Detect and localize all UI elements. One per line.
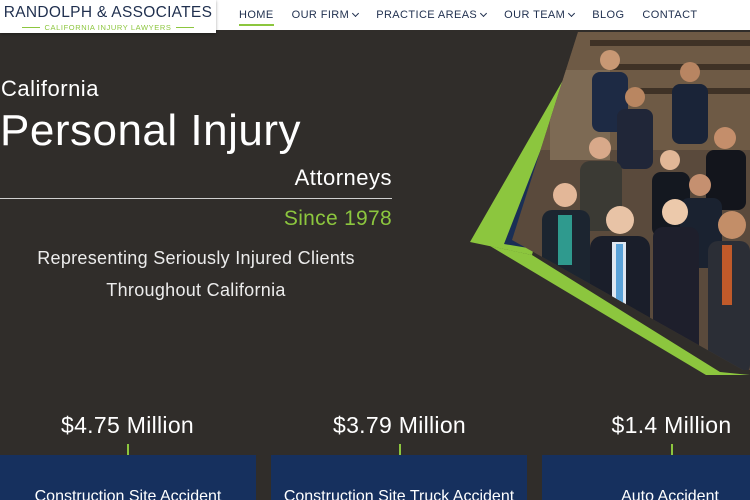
nav-item-home[interactable]: HOME — [239, 9, 274, 26]
hero-since: Since 1978 — [283, 207, 392, 230]
nav-item-contact[interactable]: CONTACT — [642, 9, 697, 21]
hero-headline: Personal Injury — [0, 106, 301, 155]
chevron-down-icon — [480, 9, 488, 18]
team-photo — [460, 30, 750, 375]
nav-item-label: CONTACT — [642, 9, 698, 21]
nav-item-label: PRACTICE AREAS — [376, 9, 478, 21]
result-amount-2: $3.79 Million — [272, 412, 527, 459]
result-card-2[interactable]: Construction Site Truck Accident — [271, 455, 527, 500]
hero-divider — [0, 198, 392, 199]
hero-line-attorneys: Attorneys — [294, 165, 392, 190]
nav-item-label: BLOG — [592, 9, 625, 21]
chevron-down-icon — [352, 9, 360, 18]
hero-subtitle: Representing Seriously Injured Clients T… — [0, 242, 392, 306]
result-amount: $1.4 Million — [611, 412, 732, 438]
logo-firm-name: RANDOLPH & ASSOCIATES — [3, 4, 213, 21]
logo-tagline-row: CALIFORNIA INJURY LAWYERS — [0, 23, 216, 32]
result-card-1[interactable]: Construction Site Accident — [0, 455, 256, 500]
result-amount-3: $1.4 Million — [544, 412, 750, 459]
result-card-3[interactable]: Auto Accident — [542, 455, 750, 500]
logo-tagline: CALIFORNIA INJURY LAWYERS — [44, 23, 172, 32]
nav-item-label: OUR TEAM — [504, 9, 566, 21]
main-nav: HOME OUR FIRM PRACTICE AREAS OUR TEAM BL… — [230, 0, 707, 30]
nav-item-practice-areas[interactable]: PRACTICE AREAS — [376, 9, 488, 21]
nav-item-label: HOME — [239, 9, 274, 21]
nav-item-our-firm[interactable]: OUR FIRM — [291, 9, 360, 21]
nav-item-blog[interactable]: BLOG — [592, 9, 624, 21]
chevron-down-icon — [568, 9, 576, 18]
result-amount: $4.75 Million — [60, 412, 195, 438]
logo-rule-right — [176, 27, 195, 28]
result-case-label: Auto Accident — [621, 488, 719, 500]
nav-item-label: OUR FIRM — [291, 9, 350, 21]
hero-line-california: California — [1, 76, 99, 101]
result-case-label: Construction Site Truck Accident — [283, 488, 515, 500]
site-logo[interactable]: RANDOLPH & ASSOCIATES CALIFORNIA INJURY … — [0, 0, 216, 33]
result-amount-1: $4.75 Million — [0, 412, 255, 459]
nav-item-our-team[interactable]: OUR TEAM — [504, 9, 576, 21]
logo-rule-left — [21, 27, 40, 28]
hero-subtitle-line-1: Representing Seriously Injured Clients — [37, 248, 355, 268]
result-amount: $3.79 Million — [332, 412, 467, 438]
result-case-label: Construction Site Accident — [34, 488, 222, 500]
hero-subtitle-line-2: Throughout California — [106, 280, 286, 300]
